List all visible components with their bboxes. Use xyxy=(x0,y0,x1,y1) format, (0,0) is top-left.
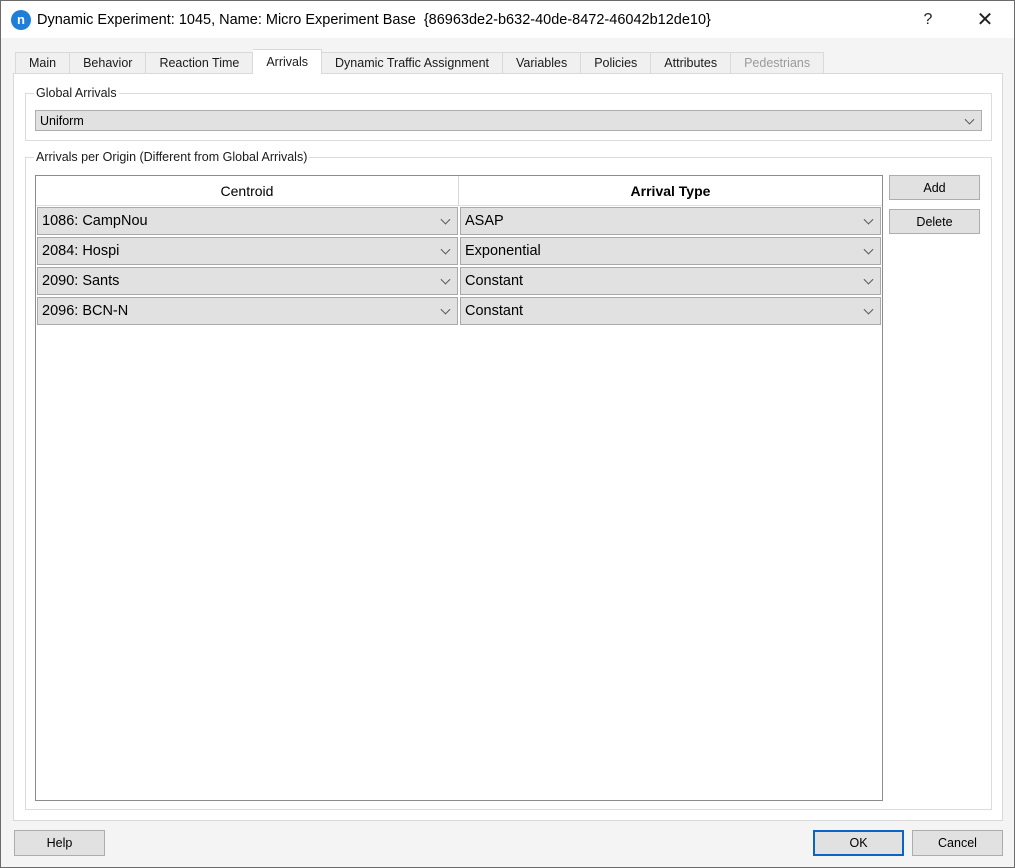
arrival-type-select[interactable]: Exponential xyxy=(460,237,881,265)
cancel-button[interactable]: Cancel xyxy=(912,830,1003,856)
table-row: 1086: CampNou ASAP xyxy=(36,206,882,236)
centroid-value: 1086: CampNou xyxy=(42,213,148,229)
centroid-select[interactable]: 1086: CampNou xyxy=(37,207,458,235)
add-button[interactable]: Add xyxy=(889,175,980,200)
global-arrivals-group: Global Arrivals Uniform xyxy=(25,85,992,141)
table-row: 2096: BCN-N Constant xyxy=(36,296,882,326)
tab-arrivals[interactable]: Arrivals xyxy=(253,49,323,74)
centroid-select[interactable]: 2096: BCN-N xyxy=(37,297,458,325)
tab-variables[interactable]: Variables xyxy=(503,52,582,74)
chevron-down-icon xyxy=(964,114,975,125)
window-title: Dynamic Experiment: 1045, Name: Micro Ex… xyxy=(37,11,711,28)
tab-bar: Main Behavior Reaction Time Arrivals Dyn… xyxy=(15,49,825,74)
global-arrivals-label: Global Arrivals xyxy=(34,85,119,101)
arrivals-per-origin-label: Arrivals per Origin (Different from Glob… xyxy=(34,149,310,165)
chevron-down-icon xyxy=(440,304,451,315)
arrivals-per-origin-group: Arrivals per Origin (Different from Glob… xyxy=(25,149,992,810)
close-icon[interactable]: ✕ xyxy=(962,1,1008,38)
global-arrivals-select[interactable]: Uniform xyxy=(35,110,982,131)
tab-reaction-time[interactable]: Reaction Time xyxy=(146,52,254,74)
tab-behavior[interactable]: Behavior xyxy=(70,52,147,74)
chevron-down-icon xyxy=(863,304,874,315)
tab-main[interactable]: Main xyxy=(15,52,71,74)
arrivals-tab-panel: Global Arrivals Uniform Arrivals per Ori… xyxy=(13,73,1003,821)
delete-button[interactable]: Delete xyxy=(889,209,980,234)
chevron-down-icon xyxy=(863,244,874,255)
arrival-type-value: Constant xyxy=(465,303,524,319)
arrival-type-value: ASAP xyxy=(465,213,504,229)
table-header: Centroid Arrival Type xyxy=(36,176,882,206)
arrival-type-select[interactable]: Constant xyxy=(460,297,881,325)
arrival-type-select[interactable]: ASAP xyxy=(460,207,881,235)
chevron-down-icon xyxy=(863,274,874,285)
centroid-select[interactable]: 2084: Hospi xyxy=(37,237,458,265)
title-bar: n Dynamic Experiment: 1045, Name: Micro … xyxy=(1,1,1014,38)
column-header-centroid[interactable]: Centroid xyxy=(36,176,459,206)
tab-attributes[interactable]: Attributes xyxy=(651,52,732,74)
dialog-window: n Dynamic Experiment: 1045, Name: Micro … xyxy=(0,0,1015,868)
ok-button[interactable]: OK xyxy=(813,830,904,856)
centroid-select[interactable]: 2090: Sants xyxy=(37,267,458,295)
centroid-value: 2096: BCN-N xyxy=(42,303,129,319)
chevron-down-icon xyxy=(440,274,451,285)
chevron-down-icon xyxy=(863,214,874,225)
tab-policies[interactable]: Policies xyxy=(581,52,652,74)
centroid-value: 2090: Sants xyxy=(42,273,120,289)
chevron-down-icon xyxy=(440,214,451,225)
arrival-type-value: Constant xyxy=(465,273,524,289)
table-row: 2090: Sants Constant xyxy=(36,266,882,296)
tab-dynamic-traffic-assignment[interactable]: Dynamic Traffic Assignment xyxy=(322,52,504,74)
arrival-type-select[interactable]: Constant xyxy=(460,267,881,295)
help-icon[interactable]: ? xyxy=(905,1,951,38)
arrival-type-value: Exponential xyxy=(465,243,541,259)
column-header-arrival-type[interactable]: Arrival Type xyxy=(459,176,882,206)
tab-pedestrians: Pedestrians xyxy=(731,52,825,74)
arrivals-table: Centroid Arrival Type 1086: CampNou ASAP xyxy=(35,175,883,801)
table-row: 2084: Hospi Exponential xyxy=(36,236,882,266)
global-arrivals-value: Uniform xyxy=(40,113,84,128)
app-logo-icon: n xyxy=(11,9,31,30)
help-button[interactable]: Help xyxy=(14,830,105,856)
chevron-down-icon xyxy=(440,244,451,255)
centroid-value: 2084: Hospi xyxy=(42,243,120,259)
